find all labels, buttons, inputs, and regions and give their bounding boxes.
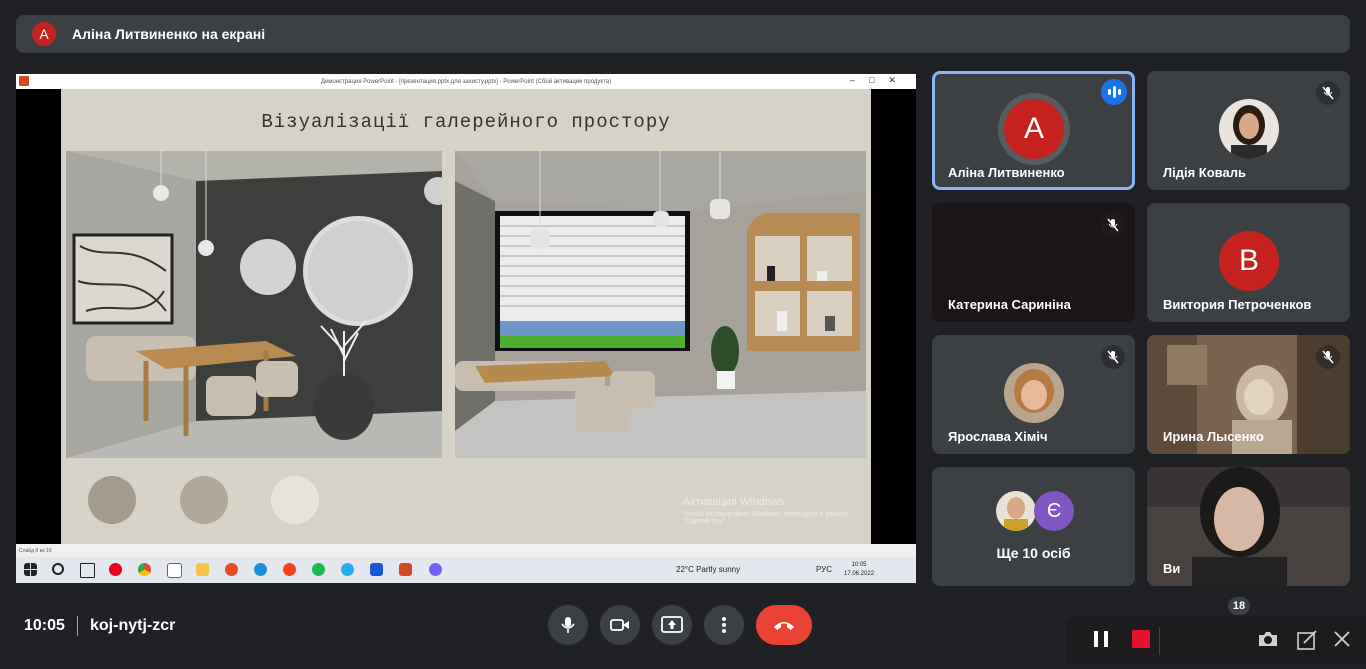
divider — [77, 616, 78, 636]
participant-tile[interactable]: Лідія Коваль — [1147, 71, 1350, 190]
participant-tile[interactable]: В Виктория Петроченков — [1147, 203, 1350, 322]
more-participants-tile[interactable]: Є Ще 10 осіб — [932, 467, 1135, 586]
powerpoint-titlebar: Демонстрация PowerPoint - [презентация.p… — [16, 74, 916, 89]
presenting-banner: А Аліна Литвиненко на екрані — [16, 15, 1350, 53]
window-title: Демонстрация PowerPoint - [презентация.p… — [320, 78, 612, 85]
stop-record-icon[interactable] — [1131, 629, 1151, 649]
powerpoint-statusbar: Слайд 8 из 16 — [16, 544, 916, 557]
window-buttons: –□✕ — [850, 75, 910, 85]
mic-off-icon — [1316, 345, 1340, 369]
participant-tile[interactable]: Катерина Сариніна — [932, 203, 1135, 322]
taskbar-weather: 22°C Partly sunny — [676, 565, 741, 574]
hang-up-icon — [774, 622, 794, 630]
windows-start-icon — [24, 563, 37, 576]
slide-title: Візуалізації галерейного простору — [261, 111, 671, 133]
gallery-render-right — [455, 151, 866, 458]
presenter-avatar: А — [32, 22, 56, 46]
powerpoint-taskbar-icon — [399, 563, 412, 576]
participant-avatar: Є — [1034, 491, 1074, 531]
shared-screen: Демонстрация PowerPoint - [презентация.p… — [16, 74, 916, 583]
activation-subtitle: Чтобы активировать Windows, перейдите в … — [683, 511, 849, 525]
leave-call-button[interactable] — [756, 605, 812, 645]
microphone-icon — [561, 617, 575, 633]
participant-name: Виктория Петроченков — [1163, 297, 1312, 312]
taskbar-time: 10:05 — [851, 562, 867, 568]
slide: Візуалізації галерейного простору Актива… — [61, 89, 871, 544]
participant-avatar: В — [1219, 231, 1279, 291]
spotify-icon — [312, 563, 325, 576]
camera-icon — [610, 619, 629, 631]
participant-name: Катерина Сариніна — [948, 297, 1071, 312]
screenshot-camera-icon[interactable] — [1257, 629, 1279, 649]
participant-tile[interactable]: Ярослава Хіміч — [932, 335, 1135, 454]
app-icon — [225, 563, 238, 576]
color-swatch-3 — [271, 476, 319, 524]
participant-tile[interactable]: Ирина Лысенко — [1147, 335, 1350, 454]
participant-avatar: А — [1004, 99, 1064, 159]
windows-taskbar: 22°C Partly sunny РУС 10:05 17.06.2022 — [16, 557, 916, 583]
calendar-icon — [167, 563, 182, 578]
meeting-time: 10:05 — [24, 617, 65, 634]
pause-icon[interactable] — [1092, 629, 1110, 649]
participant-photo — [1219, 99, 1279, 159]
mic-off-icon — [1101, 213, 1125, 237]
participant-photo — [996, 491, 1036, 531]
participant-tile[interactable]: А Аліна Литвиненко — [932, 71, 1135, 190]
task-view-icon — [80, 563, 95, 578]
participant-photo — [1004, 363, 1064, 423]
color-swatch-2 — [180, 476, 228, 524]
windows-activation-watermark: Активация Windows Чтобы активировать Win… — [683, 496, 871, 525]
participant-count-badge: 18 — [1228, 597, 1250, 615]
pinterest-icon — [109, 563, 122, 576]
presenting-text: Аліна Литвиненко на екрані — [72, 26, 266, 42]
taskbar-date: 17.06.2022 — [844, 571, 875, 577]
self-view-tile[interactable]: Ви — [1147, 467, 1350, 586]
color-swatch-1 — [88, 476, 136, 524]
speaking-indicator-icon — [1101, 79, 1127, 105]
meeting-code[interactable]: koj-nytj-zcr — [90, 617, 175, 635]
camera-button[interactable] — [600, 605, 640, 645]
telegram-icon — [341, 563, 354, 576]
explorer-icon — [196, 563, 209, 576]
edge-icon — [254, 563, 267, 576]
avatar-letter: Є — [1046, 499, 1062, 522]
close-icon[interactable] — [1333, 629, 1351, 649]
more-vert-icon — [722, 617, 726, 633]
taskbar-lang: РУС — [816, 565, 833, 574]
viber-icon — [429, 563, 442, 576]
more-participants-label: Ще 10 осіб — [996, 545, 1071, 561]
participant-name: Лідія Коваль — [1163, 165, 1246, 180]
taskbar-clock: 10:05 17.06.2022 — [844, 561, 874, 579]
microphone-button[interactable] — [548, 605, 588, 645]
mic-off-icon — [1101, 345, 1125, 369]
mic-off-icon — [1316, 81, 1340, 105]
slide-counter: Слайд 8 из 16 — [19, 547, 52, 554]
panel-divider — [1159, 627, 1160, 655]
more-options-button[interactable] — [704, 605, 744, 645]
powerpoint-icon — [19, 76, 29, 86]
present-screen-button[interactable] — [652, 605, 692, 645]
participant-name: Ярослава Хіміч — [948, 429, 1048, 444]
yandex-icon — [283, 563, 296, 576]
chrome-icon — [138, 563, 151, 576]
participant-name: Аліна Литвиненко — [948, 165, 1065, 180]
edit-icon[interactable] — [1296, 629, 1318, 651]
gallery-render-left — [66, 151, 442, 458]
activation-title: Активация Windows — [683, 496, 785, 508]
present-screen-icon — [661, 616, 683, 633]
participant-name: Ирина Лысенко — [1163, 429, 1264, 444]
recording-panel — [1067, 617, 1366, 665]
search-icon — [52, 563, 64, 575]
participant-name: Ви — [1163, 561, 1181, 576]
bookmark-icon — [370, 563, 383, 576]
